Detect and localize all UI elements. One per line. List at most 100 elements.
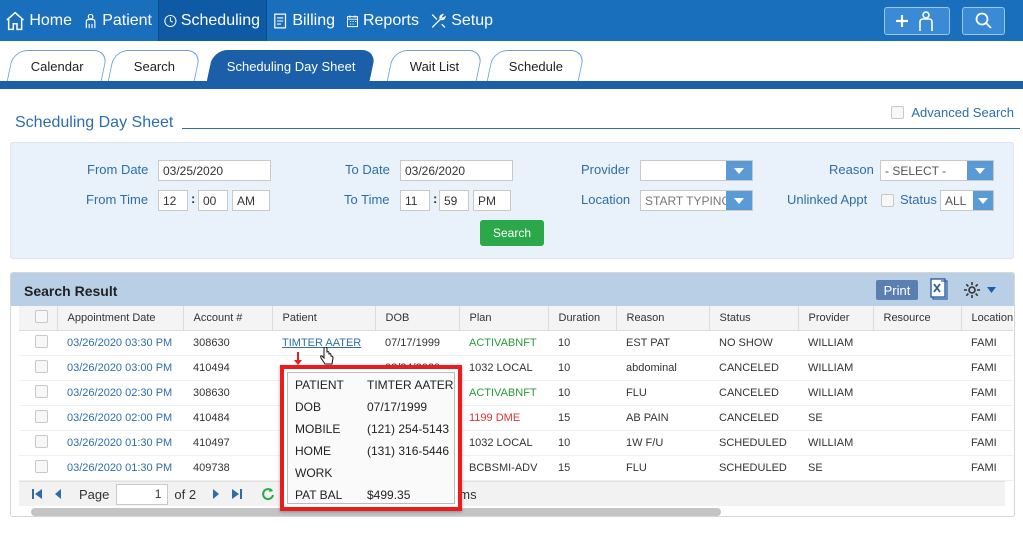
from-hour-input[interactable]: 12 — [158, 190, 188, 211]
to-ampm-input[interactable]: PM — [473, 190, 511, 211]
status-cell: NO SHOW — [709, 330, 798, 356]
to-min-input[interactable]: 59 — [439, 190, 469, 211]
col-duration[interactable]: Duration — [548, 306, 617, 331]
nav-reports[interactable]: Reports — [341, 0, 425, 41]
location-cell: FAMI — [961, 380, 1014, 406]
appointment-date-link[interactable]: 03/26/2020 01:30 PM — [57, 430, 183, 456]
popup-value: (121) 254-5143 — [367, 422, 450, 436]
global-search-button[interactable] — [962, 7, 1005, 35]
reason-select[interactable]: - SELECT - — [880, 160, 994, 181]
resource-cell — [873, 330, 961, 356]
tab-schedule[interactable]: Schedule — [486, 50, 586, 81]
nav-home[interactable]: Home — [0, 0, 78, 41]
patient-info-popup: PATIENT TIMTER AATER DOB 07/17/1999 MOBILE… — [280, 365, 462, 511]
prev-page-icon[interactable] — [53, 488, 63, 500]
tab-wait-list[interactable]: Wait List — [386, 50, 484, 81]
table-row[interactable]: 03/26/2020 03:00 PM 410494 03/24/2020 10… — [19, 355, 1014, 381]
nav-billing[interactable]: Billing — [267, 0, 341, 41]
nav-scheduling[interactable]: Scheduling — [158, 0, 267, 41]
first-page-icon[interactable] — [31, 488, 43, 500]
refresh-icon[interactable] — [261, 487, 275, 501]
nav-setup[interactable]: Setup — [425, 0, 499, 41]
row-checkbox[interactable] — [35, 384, 48, 398]
provider-cell: WILLIAM — [798, 430, 873, 456]
print-button[interactable]: Print — [876, 280, 918, 300]
nav-patient[interactable]: Patient — [78, 0, 158, 41]
patient-icon — [85, 13, 96, 28]
from-date-label: From Date — [87, 162, 149, 177]
col-provider[interactable]: Provider — [798, 306, 874, 331]
last-page-icon[interactable] — [231, 488, 243, 500]
add-patient-button[interactable] — [884, 7, 950, 35]
tab-scheduling-day-sheet-label: Scheduling Day Sheet — [227, 58, 356, 74]
appointment-date-link[interactable]: 03/26/2020 01:30 PM — [57, 455, 183, 481]
to-date-input[interactable]: 03/26/2020 — [400, 160, 513, 181]
appointment-date-link[interactable]: 03/26/2020 02:00 PM — [57, 405, 183, 431]
resource-cell — [873, 455, 961, 481]
status-select[interactable]: ALL — [940, 190, 994, 211]
tab-search[interactable]: Search — [107, 50, 202, 81]
page-number-input[interactable]: 1 — [116, 483, 169, 505]
col-location[interactable]: Location — [961, 306, 1014, 331]
col-reason[interactable]: Reason — [616, 306, 710, 331]
tab-calendar[interactable]: Calendar — [6, 50, 109, 81]
appointment-date-link[interactable]: 03/26/2020 02:30 PM — [57, 380, 183, 406]
table-row[interactable]: 03/26/2020 01:30 PM 410497 1032 LOCAL 10… — [19, 430, 1014, 456]
appointment-date-link[interactable]: 03/26/2020 03:30 PM — [57, 330, 183, 356]
select-all-checkbox[interactable] — [35, 309, 48, 323]
row-checkbox[interactable] — [35, 434, 48, 448]
table-row[interactable]: 03/26/2020 02:30 PM 308630 ACTIVABNFT 10… — [19, 380, 1014, 406]
reason-dropdown-icon[interactable] — [967, 161, 993, 180]
row-checkbox[interactable] — [35, 334, 48, 348]
plan-cell: BCBSMI-ADV — [459, 455, 548, 481]
col-plan[interactable]: Plan — [459, 306, 549, 331]
hand-cursor-icon — [320, 347, 334, 365]
settings-gear-icon[interactable] — [962, 280, 982, 300]
select-all-header — [19, 306, 58, 331]
search-button[interactable]: Search — [480, 220, 544, 246]
from-date-input[interactable]: 03/25/2020 — [158, 160, 271, 181]
col-status[interactable]: Status — [709, 306, 799, 331]
status-dropdown-icon[interactable] — [973, 191, 993, 210]
row-checkbox[interactable] — [35, 409, 48, 423]
col-dob[interactable]: DOB — [375, 306, 460, 331]
popup-row-home: HOME (131) 316-5446 — [288, 444, 458, 464]
unlinked-appt-checkbox[interactable] — [881, 194, 894, 207]
tab-scheduling-day-sheet[interactable]: Scheduling Day Sheet — [206, 50, 377, 81]
col-resource[interactable]: Resource — [873, 306, 962, 331]
pager: Page 1 of 2 ems — [19, 481, 1005, 506]
provider-dropdown-icon[interactable] — [726, 161, 752, 180]
col-appointment-date[interactable]: Appointment Date — [57, 306, 184, 331]
appointment-date-link[interactable]: 03/26/2020 03:00 PM — [57, 355, 183, 381]
settings-caret-icon[interactable] — [987, 287, 996, 294]
from-ampm-input[interactable]: AM — [232, 190, 270, 211]
advanced-search-checkbox[interactable] — [891, 106, 905, 119]
provider-cell: WILLIAM — [798, 330, 873, 356]
provider-select[interactable] — [640, 160, 753, 181]
location-dropdown-icon[interactable] — [726, 191, 752, 210]
next-page-icon[interactable] — [211, 488, 221, 500]
from-time-label: From Time — [86, 192, 149, 207]
to-hour-input[interactable]: 11 — [400, 190, 430, 211]
from-min-input[interactable]: 00 — [198, 190, 228, 211]
popup-row-work: WORK — [288, 466, 458, 486]
popup-row-patient: PATIENT TIMTER AATER — [288, 378, 458, 398]
col-patient[interactable]: Patient — [272, 306, 376, 331]
status-cell: CANCELED — [709, 380, 798, 406]
col-account[interactable]: Account # — [183, 306, 273, 331]
add-patient-icon — [896, 11, 933, 31]
advanced-search-toggle[interactable]: Advanced Search — [891, 105, 1014, 120]
status-value: ALL — [945, 193, 967, 208]
location-cell: FAMI — [961, 455, 1014, 481]
location-placeholder: START TYPING — [645, 193, 731, 208]
excel-export-icon[interactable] — [929, 277, 949, 301]
patient-info-card: PATIENT TIMTER AATER DOB 07/17/1999 MOBILE… — [287, 372, 455, 504]
table-row[interactable]: 03/26/2020 01:30 PM 409738 BCBSMI-ADV 15… — [19, 455, 1014, 481]
row-checkbox[interactable] — [35, 359, 48, 373]
row-checkbox[interactable] — [35, 459, 48, 473]
location-input[interactable]: START TYPING — [640, 190, 753, 211]
table-row[interactable]: 03/26/2020 02:00 PM 410484 1199 DME 15 A… — [19, 405, 1014, 431]
resource-cell — [873, 405, 961, 431]
table-row[interactable]: 03/26/2020 03:30 PM 308630 TIMTER AATER … — [19, 330, 1014, 356]
dob-cell: 07/17/1999 — [375, 330, 459, 356]
